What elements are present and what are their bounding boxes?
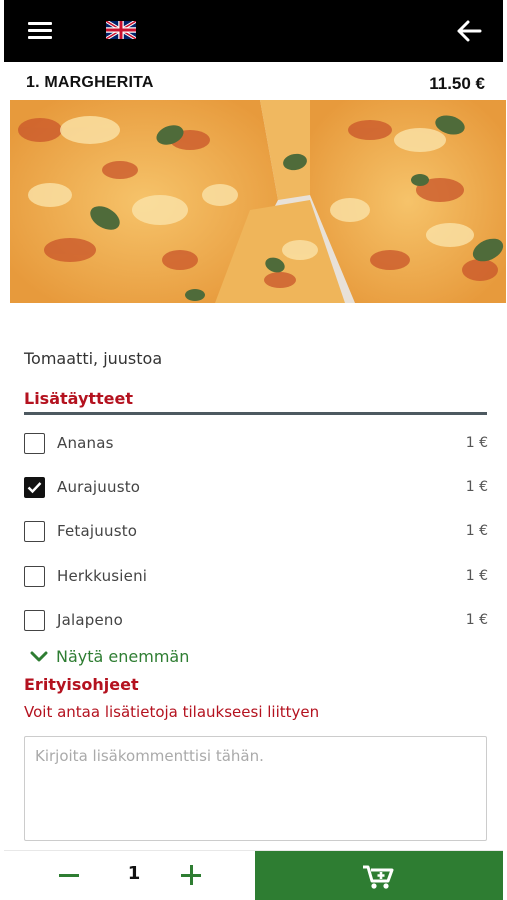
quantity-increase-button[interactable] — [180, 862, 204, 886]
product-description: Tomaatti, juustoa — [24, 349, 163, 368]
checkbox[interactable] — [24, 566, 45, 587]
special-instructions-subtitle: Voit antaa lisätietoja tilaukseesi liitt… — [24, 703, 320, 721]
extra-name: Herkkusieni — [57, 567, 148, 585]
extra-option-jalapeno[interactable]: Jalapeno 1 € — [24, 607, 488, 633]
checkmark-icon — [27, 482, 42, 494]
extra-price: 1 € — [465, 479, 488, 495]
checkbox[interactable] — [24, 610, 45, 631]
margherita-pizza-photo — [10, 100, 506, 303]
comment-textarea[interactable] — [24, 736, 487, 841]
add-to-cart-icon — [363, 865, 394, 889]
add-to-cart-button[interactable] — [255, 851, 503, 900]
extra-name: Aurajuusto — [57, 478, 141, 496]
extra-option-ananas[interactable]: Ananas 1 € — [24, 430, 488, 456]
extras-divider — [24, 412, 487, 415]
extra-price: 1 € — [465, 523, 488, 539]
checkbox-checked[interactable] — [24, 477, 45, 498]
extra-name: Jalapeno — [57, 611, 124, 629]
extra-price: 1 € — [465, 435, 488, 451]
extra-option-aurajuusto[interactable]: Aurajuusto 1 € — [24, 474, 488, 500]
uk-flag-icon[interactable] — [105, 19, 137, 43]
product-title: 1. MARGHERITA — [26, 74, 154, 91]
extra-name: Fetajuusto — [57, 522, 138, 540]
show-more-label: Näytä enemmän — [56, 647, 190, 666]
arrow-left-icon[interactable] — [455, 18, 483, 44]
top-bar — [4, 0, 503, 62]
extra-option-herkkusieni[interactable]: Herkkusieni 1 € — [24, 563, 488, 589]
quantity-value: 1 — [127, 863, 141, 884]
product-header: 1. MARGHERITA 11.50 € — [4, 62, 503, 100]
extra-price: 1 € — [465, 612, 488, 628]
extra-price: 1 € — [465, 568, 488, 584]
extras-heading: Lisätäytteet — [24, 389, 134, 408]
special-instructions-heading: Erityisohjeet — [24, 675, 139, 694]
extra-option-fetajuusto[interactable]: Fetajuusto 1 € — [24, 518, 488, 544]
chevron-down-icon — [30, 651, 48, 662]
checkbox[interactable] — [24, 433, 45, 454]
bottom-bar: 1 — [4, 850, 503, 900]
quantity-decrease-button[interactable] — [58, 862, 82, 886]
checkbox[interactable] — [24, 521, 45, 542]
product-price: 11.50 € — [429, 74, 485, 93]
extra-name: Ananas — [57, 434, 114, 452]
hamburger-menu-icon[interactable] — [28, 22, 52, 40]
